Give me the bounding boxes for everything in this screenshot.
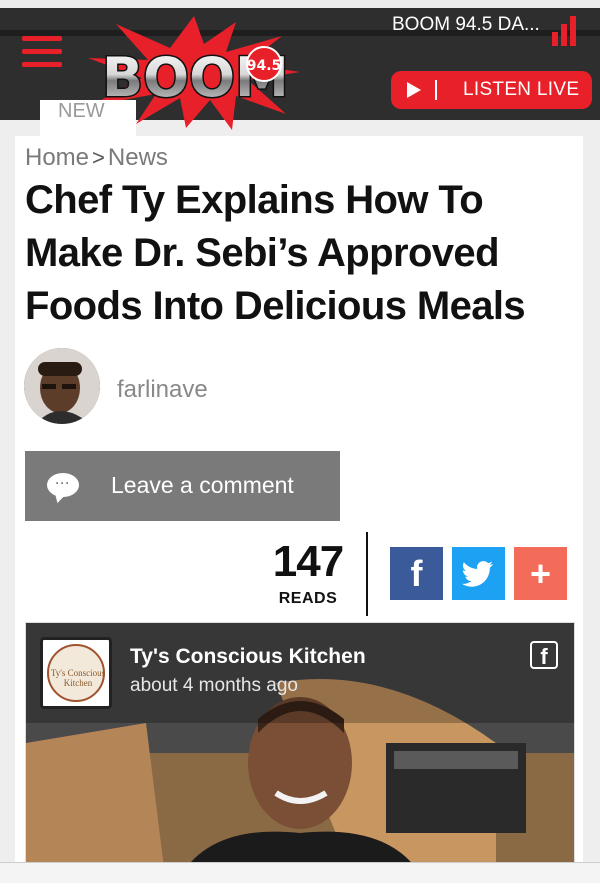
facebook-share-button[interactable]: f <box>390 547 443 600</box>
author-name[interactable]: farlinave <box>117 376 208 404</box>
facebook-icon: f <box>410 553 423 594</box>
twitter-share-button[interactable] <box>452 547 505 600</box>
reads-counter: 147 READS <box>265 538 351 608</box>
listen-live-button[interactable]: LISTEN LIVE <box>391 71 592 109</box>
post-time: about 4 months ago <box>130 675 298 696</box>
twitter-bird-icon <box>461 561 493 587</box>
channel-logo-text: Ty's Conscious Kitchen <box>50 668 106 688</box>
video-embed[interactable]: Ty's Conscious Kitchen Ty's Conscious Ki… <box>25 622 575 883</box>
station-name: BOOM 94.5 DA... <box>392 14 540 35</box>
top-strip <box>0 0 600 8</box>
channel-logo-badge: Ty's Conscious Kitchen <box>47 644 105 702</box>
article-title: Chef Ty Explains How To Make Dr. Sebi’s … <box>25 178 526 328</box>
breadcrumb-separator: > <box>92 145 105 170</box>
menu-icon[interactable] <box>22 36 62 72</box>
button-divider <box>435 80 437 100</box>
leave-comment-button[interactable]: ··· Leave a comment <box>25 451 340 521</box>
leave-comment-label: Leave a comment <box>111 472 294 498</box>
breadcrumb-news[interactable]: News <box>108 144 168 171</box>
play-icon <box>407 82 421 98</box>
article-card: Home > News Chef Ty Explains How To Make D… <box>15 136 583 883</box>
breadcrumb: Home > News <box>25 144 168 172</box>
plus-icon: + <box>529 553 552 594</box>
facebook-logo-icon[interactable]: f <box>530 641 558 669</box>
reads-label: READS <box>278 590 338 607</box>
comment-icon: ··· <box>47 473 79 497</box>
logo-frequency: 94.5 <box>247 58 282 74</box>
channel-logo[interactable]: Ty's Conscious Kitchen <box>40 637 112 709</box>
signal-bars-icon <box>552 14 576 46</box>
bottom-bar <box>0 862 600 883</box>
share-divider <box>366 532 368 616</box>
channel-name[interactable]: Ty's Conscious Kitchen <box>130 645 366 669</box>
reads-count: 147 <box>272 537 344 586</box>
breadcrumb-home[interactable]: Home <box>25 144 89 171</box>
author-avatar[interactable] <box>24 348 100 424</box>
more-share-button[interactable]: + <box>514 547 567 600</box>
listen-live-label: LISTEN LIVE <box>463 79 580 100</box>
section-tab[interactable]: NEW <box>40 100 136 136</box>
